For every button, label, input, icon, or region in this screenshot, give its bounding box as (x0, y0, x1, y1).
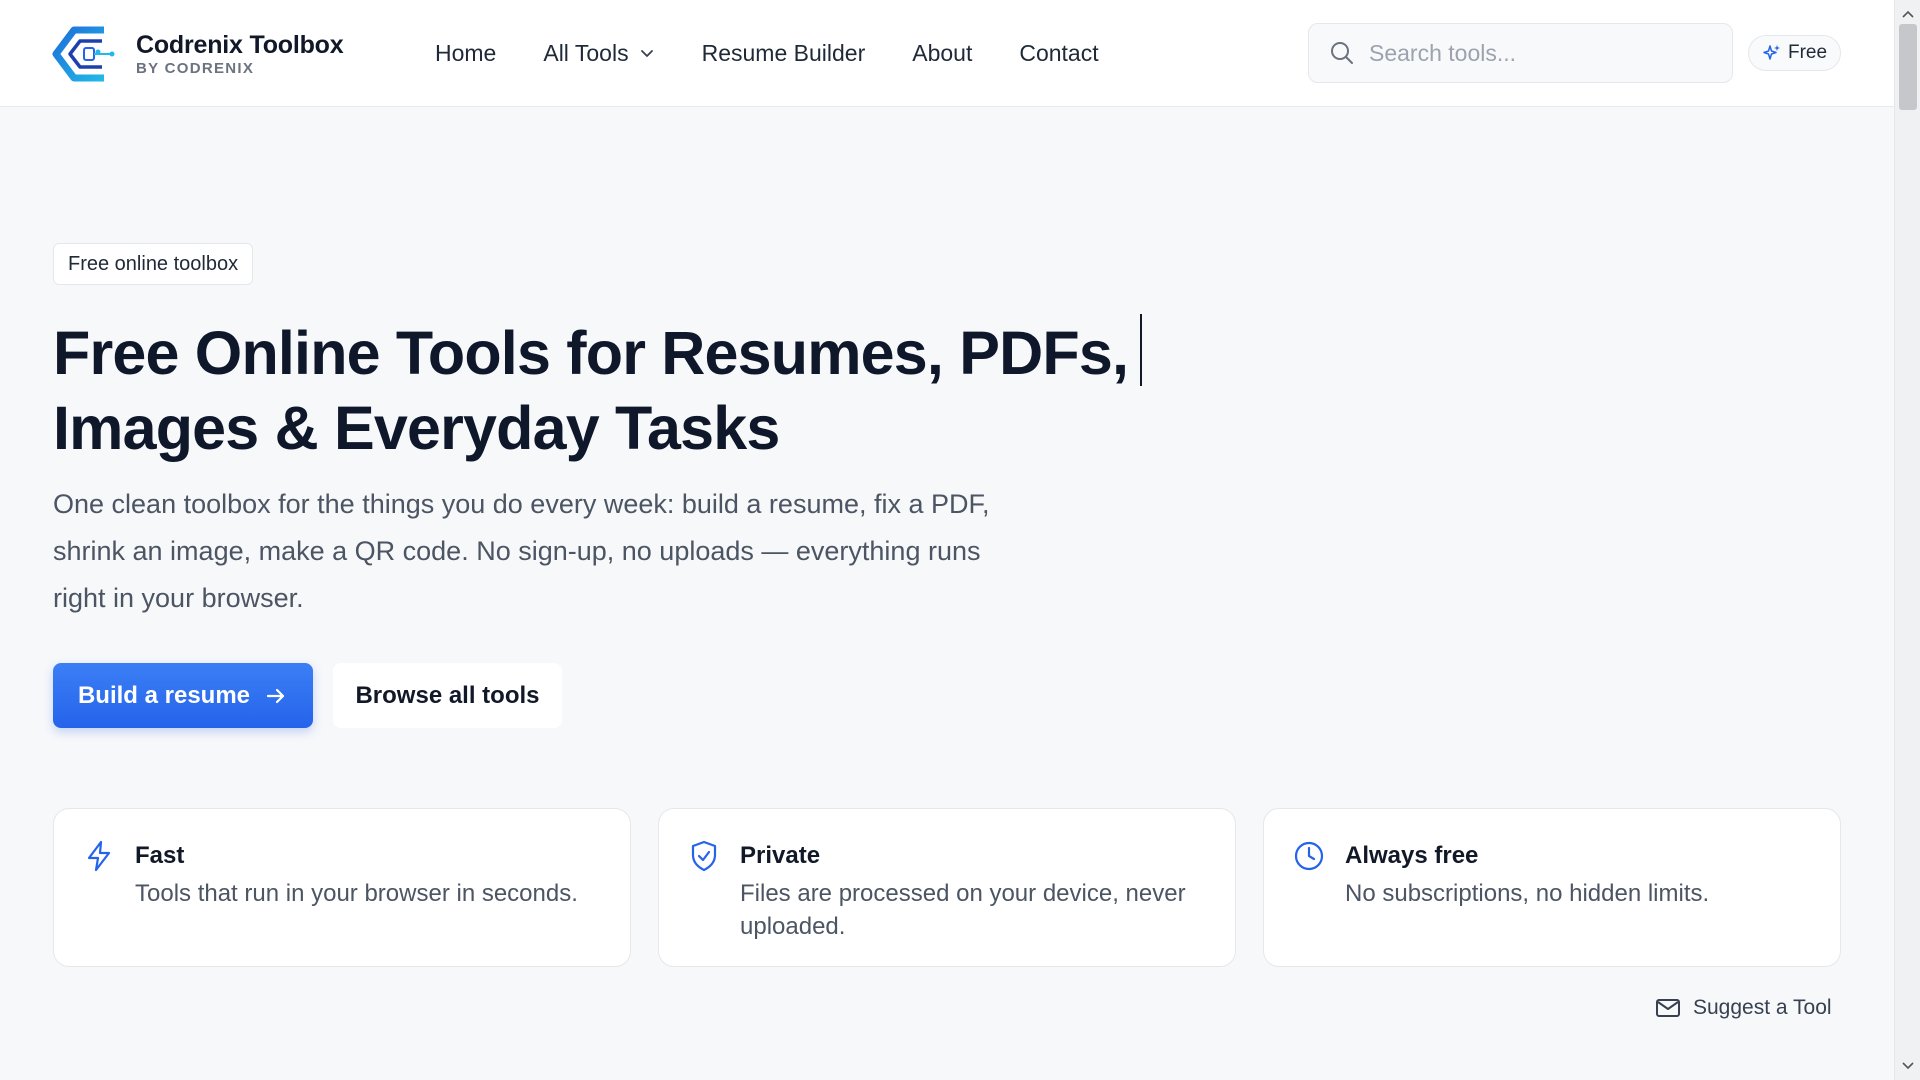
page-scrollbar[interactable] (1894, 0, 1920, 1080)
hero-title-line-1: Free Online Tools for Resumes, PDFs, (53, 319, 1129, 387)
nav-all-tools-label: All Tools (543, 40, 629, 66)
feature-title: Fast (135, 842, 185, 869)
chevron-down-icon (640, 50, 653, 57)
lightning-icon (87, 840, 111, 872)
chevron-down-icon (1902, 1062, 1914, 1070)
search-icon (1331, 42, 1353, 64)
nav-home-label: Home (435, 40, 497, 66)
codrenix-logo-icon (52, 26, 115, 82)
scroll-thumb[interactable] (1899, 24, 1917, 110)
mail-icon (1656, 999, 1680, 1017)
hero-title: Free Online Tools for Resumes, PDFs, Ima… (53, 314, 1143, 466)
feature-title: Always free (1345, 842, 1479, 869)
nav-about[interactable]: About (912, 36, 972, 70)
scroll-down-button[interactable] (1895, 1056, 1920, 1076)
nav-all-tools[interactable]: All Tools (543, 36, 654, 70)
suggest-tool-label: Suggest a Tool (1693, 996, 1832, 1019)
brand-name: Codrenix Toolbox (136, 31, 344, 59)
clock-icon (1294, 841, 1324, 871)
nav-contact[interactable]: Contact (1019, 36, 1098, 70)
text-cursor (1140, 314, 1143, 386)
shield-check-icon (691, 840, 717, 872)
hero-pill: Free online toolbox (53, 243, 254, 285)
feature-card-private: Private Files are processed on your devi… (658, 808, 1236, 967)
feature-description: Files are processed on your device, neve… (740, 880, 1186, 940)
nav-resume-builder-label: Resume Builder (701, 40, 866, 66)
feature-title: Private (740, 842, 821, 869)
hero-description: One clean toolbox for the things you do … (53, 489, 990, 613)
scroll-up-button[interactable] (1895, 4, 1920, 24)
brand[interactable]: Codrenix Toolbox BY CODRENIX (52, 24, 344, 84)
free-badge: Free (1748, 35, 1842, 71)
search-input[interactable] (1369, 39, 1699, 67)
feature-description: No subscriptions, no hidden limits. (1345, 880, 1710, 907)
chevron-up-icon (1902, 10, 1914, 18)
main-nav: Home All Tools Resume Builder About Cont… (435, 36, 1099, 70)
search-box[interactable] (1308, 23, 1733, 83)
arrow-right-icon (266, 688, 285, 703)
nav-resume-builder[interactable]: Resume Builder (702, 36, 866, 70)
suggest-tool-link[interactable]: Suggest a Tool (1655, 995, 1832, 1021)
nav-home[interactable]: Home (435, 36, 496, 70)
site-header: Codrenix Toolbox BY CODRENIX Home All To… (0, 0, 1894, 107)
browse-tools-label: Browse all tools (355, 681, 540, 709)
brand-tagline: BY CODRENIX (136, 60, 255, 77)
sparkles-icon (1763, 45, 1780, 60)
nav-contact-label: Contact (1019, 40, 1099, 66)
build-resume-button[interactable]: Build a resume (53, 663, 313, 728)
nav-about-label: About (912, 40, 973, 66)
free-badge-label: Free (1788, 42, 1828, 63)
feature-card-always-free: Always free No subscriptions, no hidden … (1263, 808, 1841, 967)
feature-card-fast: Fast Tools that run in your browser in s… (53, 808, 631, 967)
hero-title-line-2: Images & Everyday Tasks (53, 394, 780, 462)
build-resume-label: Build a resume (77, 681, 251, 709)
feature-description: Tools that run in your browser in second… (135, 880, 578, 907)
browse-tools-button[interactable]: Browse all tools (333, 663, 562, 728)
